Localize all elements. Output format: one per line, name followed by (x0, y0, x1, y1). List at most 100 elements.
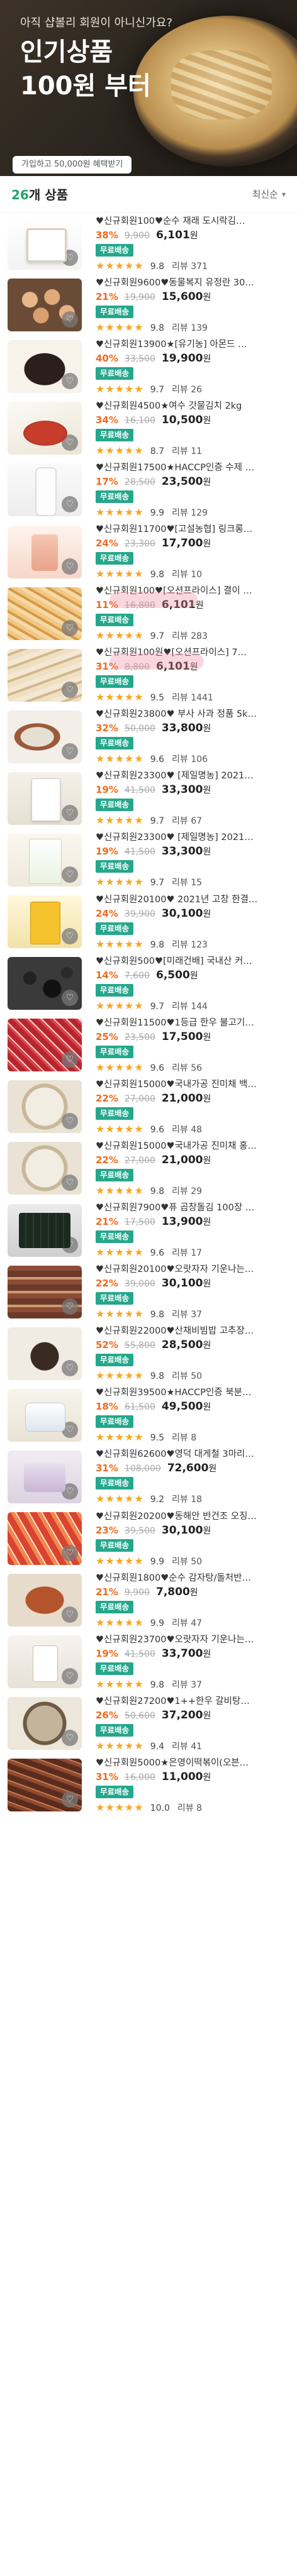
product-title[interactable]: ♥신규회원23700♥오랏자자 기운나는… (96, 1633, 291, 1646)
product-thumbnail[interactable]: ♡ (8, 1080, 82, 1134)
product-thumbnail[interactable]: ♡ (8, 1388, 82, 1442)
product-thumbnail[interactable]: ♡ (8, 957, 82, 1010)
product-thumbnail[interactable]: ♡ (8, 1574, 82, 1627)
heart-icon[interactable]: ♡ (62, 558, 78, 575)
heart-icon[interactable]: ♡ (62, 619, 78, 636)
product-title[interactable]: ♥신규회원20100♥ 2021년 고창 한결… (96, 893, 291, 906)
heart-icon[interactable]: ♡ (62, 1175, 78, 1191)
product-thumbnail[interactable]: ♡ (8, 1203, 82, 1257)
product-info[interactable]: ♥신규회원11500♥1등급 한우 불고기… 25% 23,500 17,500원 … (96, 1017, 291, 1074)
heart-icon[interactable]: ♡ (62, 1730, 78, 1747)
product-info[interactable]: ♥신규회원100♥순수 재래 도시락김… 38% 9,900 6,101원 무료배송… (96, 215, 291, 272)
product-thumbnail[interactable]: ♡ (8, 833, 82, 887)
hero-banner[interactable]: 아직 샵볼리 회원이 아니신가요? 인기상품 100원 부터 가입하고 50,0… (0, 0, 297, 176)
product-title[interactable]: ♥신규회원27200♥1++한우 갈비탕… (96, 1695, 291, 1708)
heart-icon[interactable]: ♡ (62, 1298, 78, 1315)
product-item[interactable]: ♡ ♥신규회원100♥순수 재래 도시락김… 38% 9,900 6,101원 무료… (0, 213, 297, 274)
heart-icon[interactable]: ♡ (62, 1359, 78, 1376)
product-thumbnail[interactable]: ♡ (8, 1265, 82, 1318)
product-thumbnail[interactable]: ♡ (8, 1450, 82, 1503)
product-info[interactable]: ♥신규회원23300♥ [제일명농] 2021… 19% 41,500 33,300… (96, 770, 291, 827)
product-thumbnail[interactable]: ♡ (8, 340, 82, 394)
product-title[interactable]: ♥신규회원100♥순수 재래 도시락김… (96, 215, 291, 228)
product-title[interactable]: ♥신규회원5000★은영이떡볶이(오븐… (96, 1757, 291, 1769)
product-item[interactable]: ♡ ♥신규회원23700♥오랏자자 기운나는… 19% 41,500 33,700원… (0, 1631, 297, 1693)
product-item[interactable]: ♡ ♥신규회원20100♥오랏자자 기운나는… 22% 39,000 30,100원… (0, 1261, 297, 1323)
product-info[interactable]: ♥신규회원17500★HACCP인증 수제 … 17% 28,500 23,500원… (96, 462, 291, 519)
product-info[interactable]: ♥신규회원9600♥동물복지 유정란 30… 21% 19,900 15,600원 … (96, 277, 291, 334)
product-info[interactable]: ♥신규회원22000♥산채비빔밥 고추장… 52% 55,800 28,500원 무… (96, 1325, 291, 1382)
heart-icon[interactable]: ♡ (62, 1606, 78, 1623)
product-info[interactable]: ♥신규회원23300♥ [제일명농] 2021… 19% 41,500 33,300… (96, 831, 291, 888)
product-thumbnail[interactable]: ♡ (8, 1327, 82, 1380)
product-info[interactable]: ♥신규회원23700♥오랏자자 기운나는… 19% 41,500 33,700원 무… (96, 1633, 291, 1691)
product-thumbnail[interactable]: ♡ (8, 710, 82, 763)
heart-icon[interactable]: ♡ (62, 250, 78, 267)
product-title[interactable]: ♥신규회원13900★[유기농] 아몬드 … (96, 338, 291, 351)
product-item[interactable]: ♡ ♥신규회원22000♥산채비빔밥 고추장… 52% 55,800 28,500원… (0, 1323, 297, 1385)
product-title[interactable]: ♥신규회원1800♥순수 감자탕/돌처반… (96, 1572, 291, 1584)
product-info[interactable]: ♥신규회원23800♥ 부사 사과 정품 5k… 32% 50,000 33,800… (96, 708, 291, 765)
sort-dropdown[interactable]: 최신순 ▾ (252, 187, 286, 201)
product-title[interactable]: ♥신규회원23300♥ [제일명농] 2021… (96, 770, 291, 782)
product-title[interactable]: ♥신규회원20100♥오랏자자 기운나는… (96, 1263, 291, 1276)
product-item[interactable]: ♡ ♥신규회원5000★은영이떡볶이(오븐… 31% 16,000 11,000원 … (0, 1754, 297, 1816)
product-info[interactable]: ♥신규회원20200♥동해안 반건조 오징… 23% 39,500 30,100원 … (96, 1510, 291, 1567)
product-item[interactable]: ♡ ♥신규회원7900♥퓨 곱창돌김 100장 … 21% 17,500 13,90… (0, 1200, 297, 1261)
product-thumbnail[interactable]: ♡ (8, 648, 82, 702)
product-title[interactable]: ♥신규회원100♥[오션프라이스] 결이 … (96, 585, 291, 597)
product-item[interactable]: ♡ ♥신규회원62600♥영덕 대게철 3마리… 31% 108,000 72,60… (0, 1446, 297, 1508)
product-info[interactable]: ♥신규회원20100♥오랏자자 기운나는… 22% 39,000 30,100원 무… (96, 1263, 291, 1320)
product-item[interactable]: ♡ ♥신규회원23800♥ 부사 사과 정품 5k… 32% 50,000 33,8… (0, 706, 297, 768)
product-info[interactable]: ♥신규회원500♥[미래건배] 국내산 커… 14% 7,600 6,500원 무료… (96, 955, 291, 1012)
product-info[interactable]: ♥신규회원15000♥국내가공 진미채 홍… 22% 27,000 21,000원 … (96, 1140, 291, 1197)
product-thumbnail[interactable]: ♡ (8, 895, 82, 949)
heart-icon[interactable]: ♡ (62, 1051, 78, 1068)
product-title[interactable]: ♥신규회원17500★HACCP인증 수제 … (96, 462, 291, 474)
product-item[interactable]: ♡ ♥신규회원15000♥국내가공 진미채 백… 22% 27,000 21,000… (0, 1076, 297, 1137)
product-item[interactable]: ♡ ♥신규회원20100♥ 2021년 고창 한결… 24% 39,900 30,1… (0, 891, 297, 953)
product-item[interactable]: ♡ ♥신규회원27200♥1++한우 갈비탕… 26% 50,600 37,200원… (0, 1693, 297, 1754)
product-thumbnail[interactable]: ♡ (8, 1697, 82, 1750)
product-title[interactable]: ♥신규회원20200♥동해안 반건조 오징… (96, 1510, 291, 1523)
product-item[interactable]: ♡ ♥신규회원23300♥ [제일명농] 2021… 19% 41,500 33,3… (0, 768, 297, 829)
product-thumbnail[interactable]: ♡ (8, 1512, 82, 1566)
product-thumbnail[interactable]: ♡ (8, 771, 82, 825)
product-info[interactable]: ♥신규회원39500★HACCP인증 북분… 18% 61,500 49,500원 … (96, 1386, 291, 1444)
product-title[interactable]: ♥신규회원23300♥ [제일명농] 2021… (96, 831, 291, 844)
product-thumbnail[interactable]: ♡ (8, 1635, 82, 1689)
product-item[interactable]: ♡ ♥신규회원39500★HACCP인증 북분… 18% 61,500 49,500… (0, 1385, 297, 1446)
product-info[interactable]: ♥신규회원13900★[유기농] 아몬드 … 40% 33,500 19,900원 … (96, 338, 291, 395)
product-item[interactable]: ♡ ♥신규회원20200♥동해안 반건조 오징… 23% 39,500 30,100… (0, 1508, 297, 1569)
product-item[interactable]: ♡ ♥신규회원23300♥ [제일명농] 2021… 19% 41,500 33,3… (0, 829, 297, 891)
product-item[interactable]: ♡ ♥신규회원11500♥1등급 한우 불고기… 25% 23,500 17,500… (0, 1014, 297, 1076)
product-title[interactable]: ♥신규회원39500★HACCP인증 북분… (96, 1386, 291, 1399)
product-thumbnail[interactable]: ♡ (8, 1019, 82, 1072)
heart-icon[interactable]: ♡ (62, 1791, 78, 1808)
product-title[interactable]: ♥신규회원15000♥국내가공 진미채 홍… (96, 1140, 291, 1153)
product-thumbnail[interactable]: ♡ (8, 1759, 82, 1812)
product-thumbnail[interactable]: ♡ (8, 463, 82, 517)
product-title[interactable]: ♥신규회원4500★여수 갓물김치 2kg (96, 400, 291, 412)
product-info[interactable]: ♥신규회원20100♥ 2021년 고창 한결… 24% 39,900 30,100… (96, 893, 291, 951)
product-item[interactable]: ♡ ♥신규회원100♥[오션프라이스] 결이 … 11% 16,800 6,101원… (0, 583, 297, 644)
heart-icon[interactable]: ♡ (62, 990, 78, 1007)
product-thumbnail[interactable]: ♡ (8, 279, 82, 332)
heart-icon[interactable]: ♡ (62, 928, 78, 945)
heart-icon[interactable]: ♡ (62, 1545, 78, 1562)
heart-icon[interactable]: ♡ (62, 1668, 78, 1685)
signup-benefit-button[interactable]: 가입하고 50,000원 혜택받기 (13, 156, 132, 174)
product-title[interactable]: ♥신규회원500♥[미래건배] 국내산 커… (96, 955, 291, 968)
heart-icon[interactable]: ♡ (62, 373, 78, 390)
heart-icon[interactable]: ♡ (62, 681, 78, 698)
product-info[interactable]: ♥신규회원11700♥[고설농협] 링크롱… 24% 23,300 17,700원 … (96, 523, 291, 580)
product-title[interactable]: ♥신규회원15000♥국내가공 진미채 백… (96, 1078, 291, 1091)
product-title[interactable]: ♥신규회원23800♥ 부사 사과 정품 5k… (96, 708, 291, 721)
product-title[interactable]: ♥신규회원62600♥영덕 대게철 3마리… (96, 1448, 291, 1461)
heart-icon[interactable]: ♡ (62, 311, 78, 328)
product-title[interactable]: ♥신규회원100원♥[오션프라이스] 7… (96, 646, 291, 659)
product-thumbnail[interactable]: ♡ (8, 217, 82, 270)
product-info[interactable]: ♥신규회원5000★은영이떡볶이(오븐… 31% 16,000 11,000원 무료… (96, 1757, 291, 1814)
product-item[interactable]: ♡ ♥신규회원1800♥순수 감자탕/돌처반… 21% 9,900 7,800원 무… (0, 1569, 297, 1631)
heart-icon[interactable]: ♡ (62, 496, 78, 513)
